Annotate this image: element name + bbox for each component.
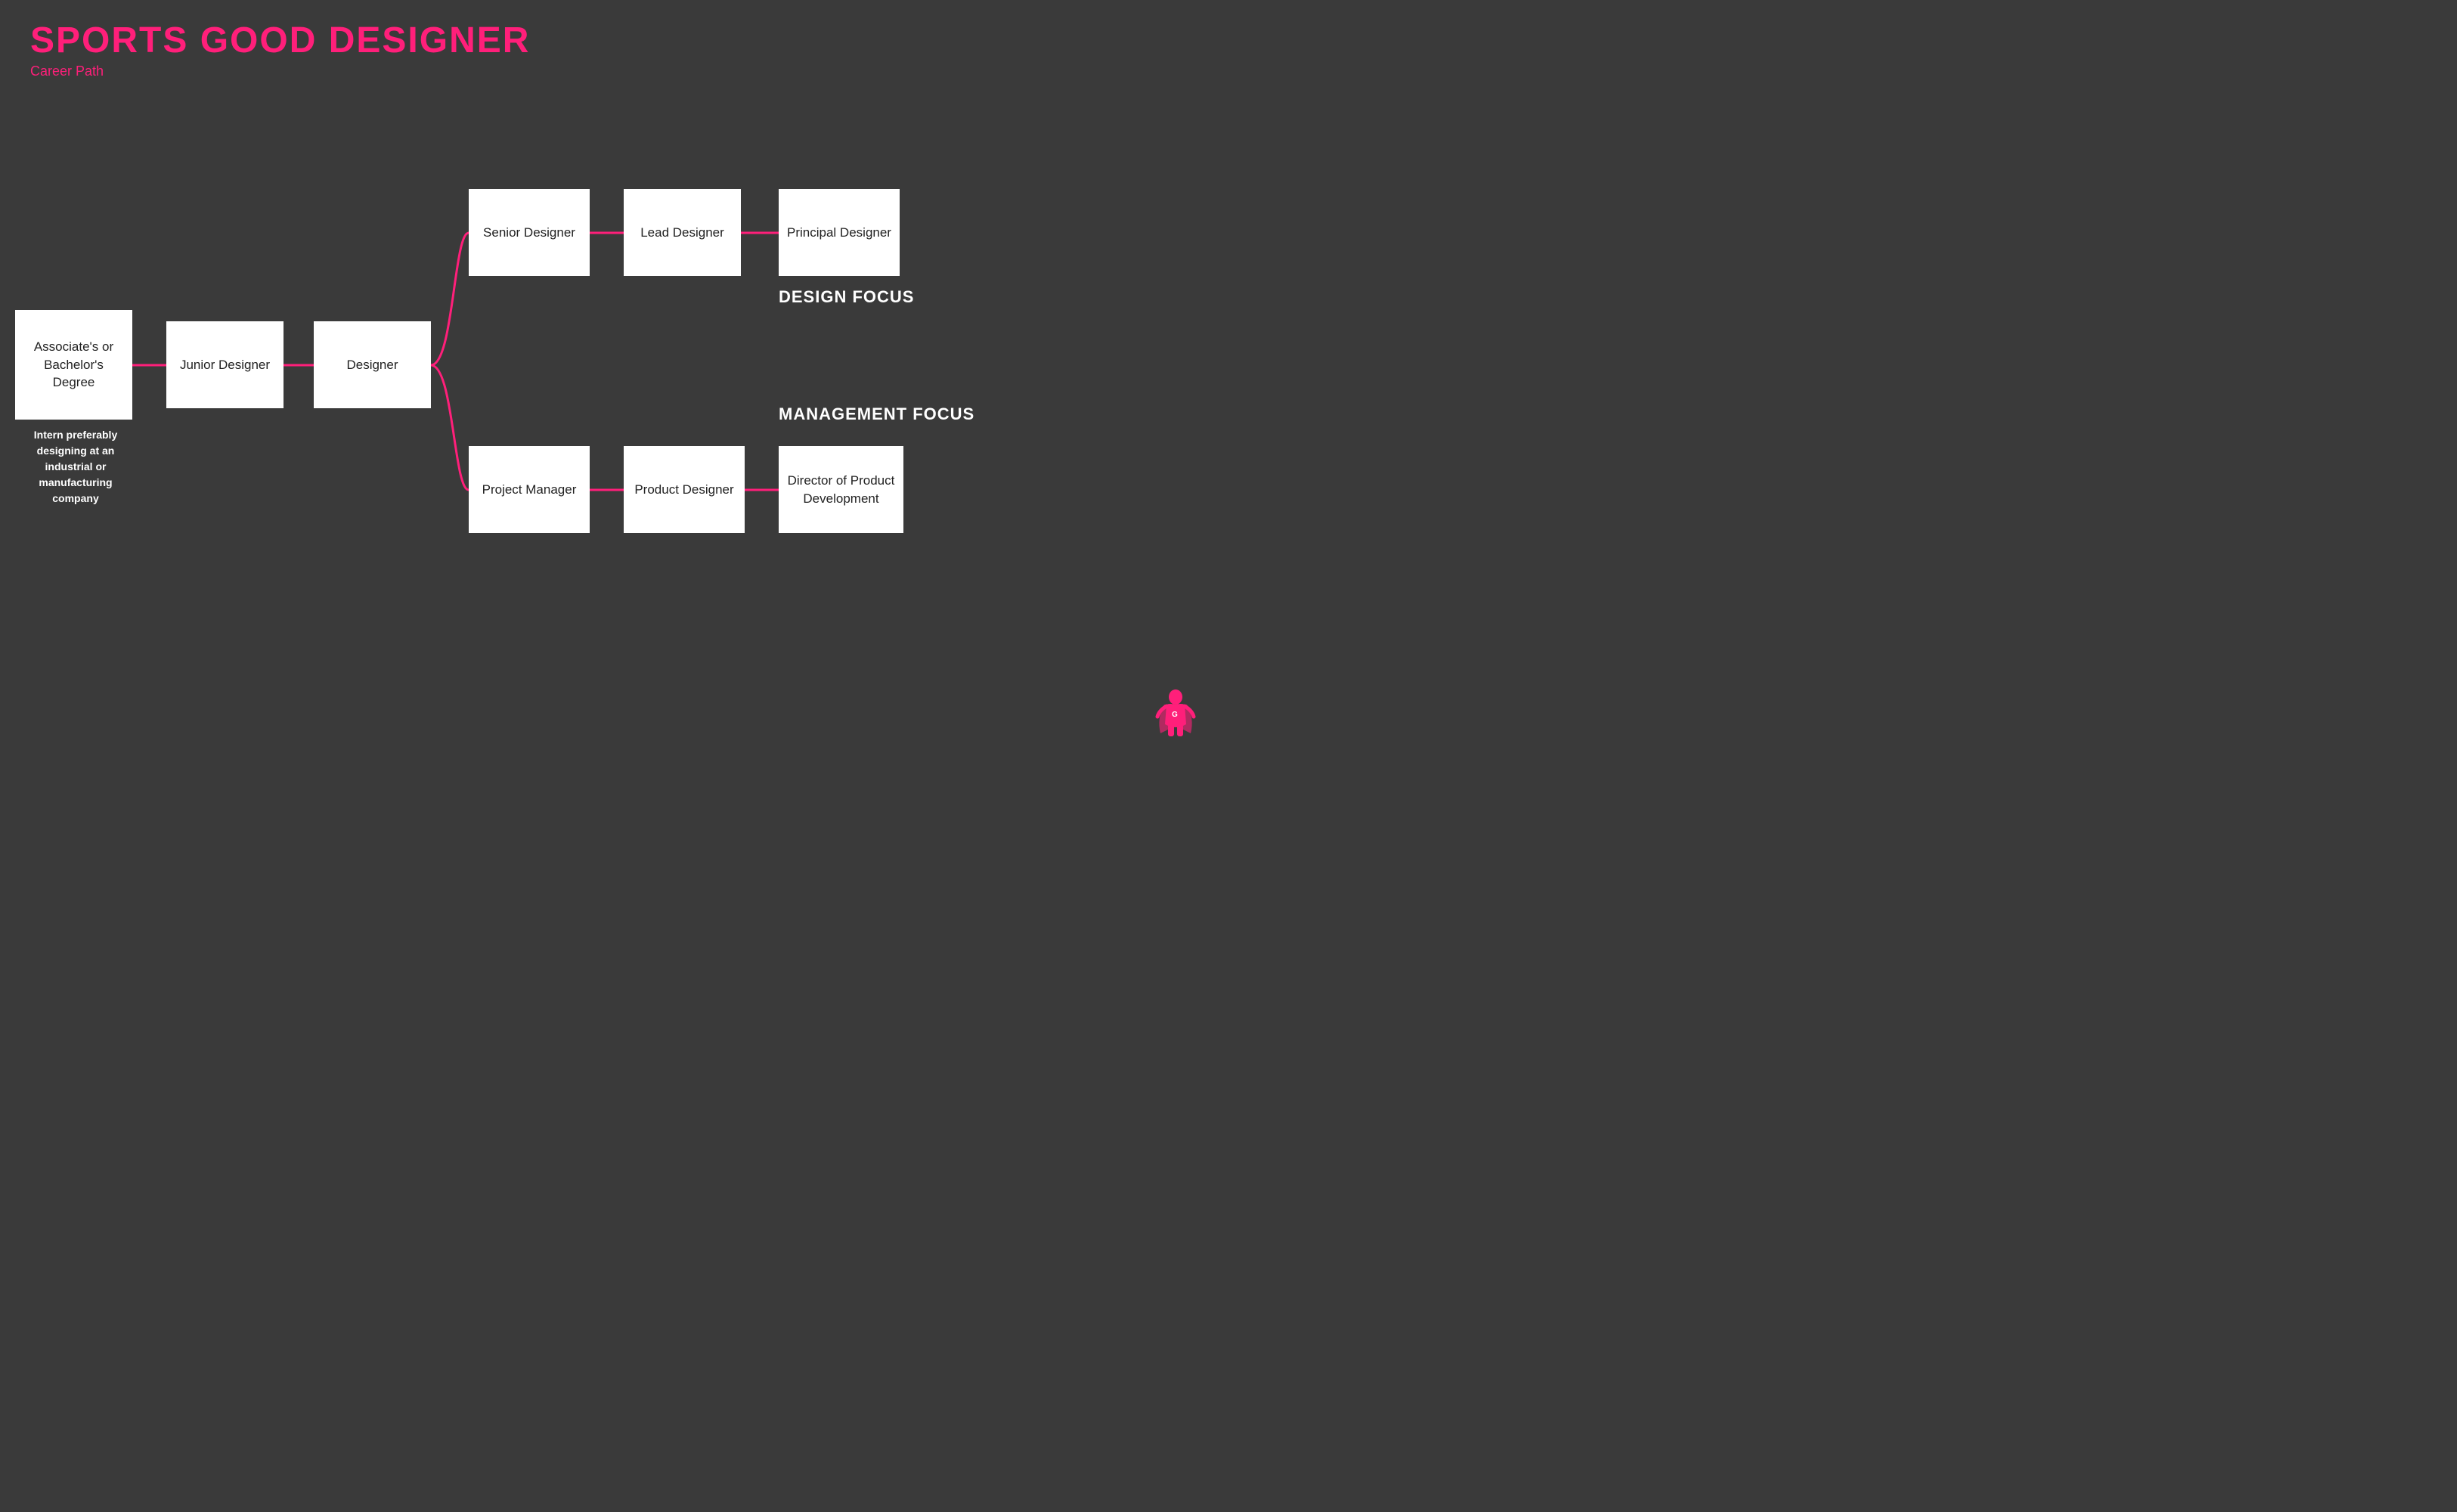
mascot-logo: G <box>1153 688 1198 741</box>
director-box: Director of Product Development <box>779 446 903 533</box>
junior-designer-box: Junior Designer <box>166 321 284 408</box>
principal-designer-box: Principal Designer <box>779 189 900 276</box>
header: SPORTS GOOD DESIGNER Career Path <box>30 23 530 79</box>
intern-description: Intern preferably designing at an indust… <box>15 427 136 507</box>
career-diagram: Associate's or Bachelor's Degree Junior … <box>0 113 1228 733</box>
lead-designer-box: Lead Designer <box>624 189 741 276</box>
project-manager-box: Project Manager <box>469 446 590 533</box>
product-designer-box: Product Designer <box>624 446 745 533</box>
senior-designer-box: Senior Designer <box>469 189 590 276</box>
page-subtitle: Career Path <box>30 64 530 79</box>
management-focus-label: MANAGEMENT FOCUS <box>779 404 974 424</box>
svg-text:G: G <box>1172 711 1178 719</box>
degree-box: Associate's or Bachelor's Degree <box>15 310 132 420</box>
page-title: SPORTS GOOD DESIGNER <box>30 23 530 59</box>
designer-box: Designer <box>314 321 431 408</box>
design-focus-label: DESIGN FOCUS <box>779 287 914 307</box>
